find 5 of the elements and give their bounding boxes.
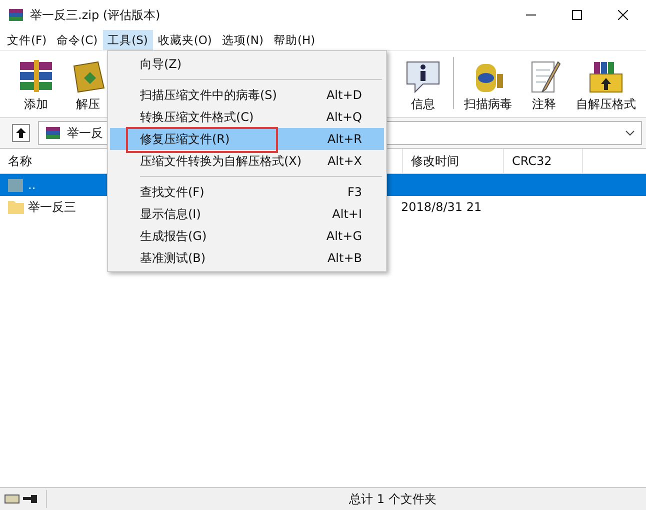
window-title: 举一反三.zip (评估版本) — [30, 6, 160, 24]
file-name: 举一反三 — [28, 198, 76, 216]
status-text: 总计 1 个文件夹 — [349, 490, 436, 508]
file-name: .. — [28, 178, 36, 192]
date-cell-text: 2018/8/31 21 — [400, 199, 483, 216]
